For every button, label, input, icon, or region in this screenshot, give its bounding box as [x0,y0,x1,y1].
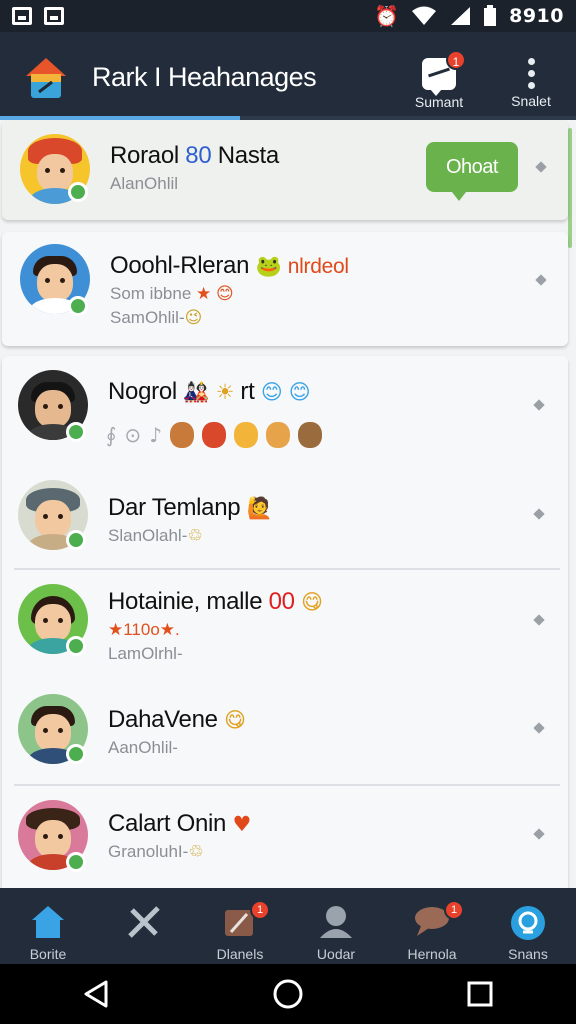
list-item[interactable]: Calart Onin ♥ GranoluhI-♲ [0,788,576,888]
status-time: 8910 [509,5,564,27]
contact-status: SlanOlahl-♲ [108,526,203,546]
signal-icon [451,7,471,25]
contact-name: Dar Temlanp 🙋 [108,494,273,521]
contact-status: LamOlrhl- [108,644,183,663]
online-status-icon [66,422,86,442]
notification-badge: 1 [446,50,466,70]
girl-emoji-icon [297,422,322,448]
divider [14,568,560,570]
back-icon[interactable] [66,964,126,1024]
wifi-icon [412,6,437,25]
contact-status-secondary: SamOhlil-😉 [110,308,203,328]
bottom-nav: Borite 1 Dlanels Uodar 1 Hernola Snans [0,888,576,964]
face-emoji-icon [265,422,290,448]
more-icon[interactable] [533,508,545,520]
scrollbar[interactable] [568,128,572,248]
list-item[interactable]: DahaVene 😋 AanOhlil- [0,682,576,782]
contact-status: AlanOhlil [110,174,179,193]
nav-status[interactable]: Snans [480,888,576,964]
contact-rating: ★110o★. [108,620,180,639]
home-logo-icon[interactable] [22,54,70,102]
home-icon [32,906,64,938]
online-status-icon [66,744,86,764]
nav-panels[interactable]: 1 Dlanels [192,888,288,964]
contact-name: Roraol 80 Nasta [110,142,279,169]
menu-button[interactable]: Snalet [496,52,566,109]
menu-label: Snalet [511,93,551,109]
contact-name: Ooohl-Rleran 🐸 nlrdeol [110,252,349,279]
face-emoji-icon [233,422,258,448]
status-bar: ⏰ 8910 [0,0,576,32]
list-item[interactable]: Roraol 80 Nasta AlanOhlil Ohoat [2,120,568,220]
tools-icon [128,906,160,938]
more-icon[interactable] [535,161,547,173]
battery-icon [484,5,497,26]
contact-status: GranoluhI-♲ [108,842,204,862]
more-icon[interactable] [533,828,545,840]
list-item[interactable]: Hotainie, malle 00 😋 ★110o★. LamOlrhl- [0,572,576,682]
more-icon[interactable] [533,399,545,411]
notification-badge: 1 [250,900,270,920]
pencil-emoji-icon [201,422,226,448]
online-status-icon [66,530,86,550]
nav-user[interactable]: Uodar [288,888,384,964]
alarm-icon: ⏰ [374,4,400,28]
list-item[interactable]: Dar Temlanp 🙋 SlanOlahl-♲ [0,470,576,570]
list-item[interactable]: Ooohl-Rleran 🐸 nlrdeol Som ibbne ★ 😊 Sam… [2,232,568,346]
contact-list[interactable]: Roraol 80 Nasta AlanOhlil Ohoat Ooohl-Rl… [0,120,576,888]
nav-chat[interactable]: 1 Hernola [384,888,480,964]
picture-icon [44,7,64,25]
more-icon[interactable] [535,274,547,286]
monkey-emoji-icon [169,422,194,448]
home-circle-icon[interactable] [258,964,318,1024]
system-nav-bar [0,964,576,1024]
recents-icon[interactable] [450,964,510,1024]
more-icon[interactable] [533,614,545,626]
divider [14,784,560,786]
list-item[interactable]: Nogrol 🎎 ☀ rt 😊 😊 ∮ ⊙ ♪ [0,356,576,466]
summary-button[interactable]: 1 Sumant [404,50,474,110]
contact-name: Hotainie, malle 00 😋 [108,588,323,615]
summary-label: Sumant [414,94,464,110]
status-icon [511,906,545,940]
online-status-icon [68,182,88,202]
more-icon[interactable] [533,722,545,734]
user-icon [320,906,352,938]
contact-name: Calart Onin ♥ [108,810,251,837]
contact-status: AanOhlil- [108,738,178,757]
nav-tools[interactable] [96,888,192,964]
contact-name: Nogrol 🎎 ☀ rt 😊 😊 [108,378,311,405]
online-status-icon [66,636,86,656]
app-bar: Rark I Heahanages 1 Sumant Snalet [0,32,576,120]
nav-home[interactable]: Borite [0,888,96,964]
app-title: Rark I Heahanages [92,62,317,92]
image-icon [12,7,32,25]
reaction-row: ∮ ⊙ ♪ [106,422,322,448]
notification-badge: 1 [444,900,464,920]
contact-name: DahaVene 😋 [108,706,246,733]
contact-status: Som ibbne ★ 😊 [110,284,234,303]
kebab-menu-icon [527,58,535,89]
chat-button[interactable]: Ohoat [426,142,518,201]
online-status-icon [68,296,88,316]
online-status-icon [66,852,86,872]
